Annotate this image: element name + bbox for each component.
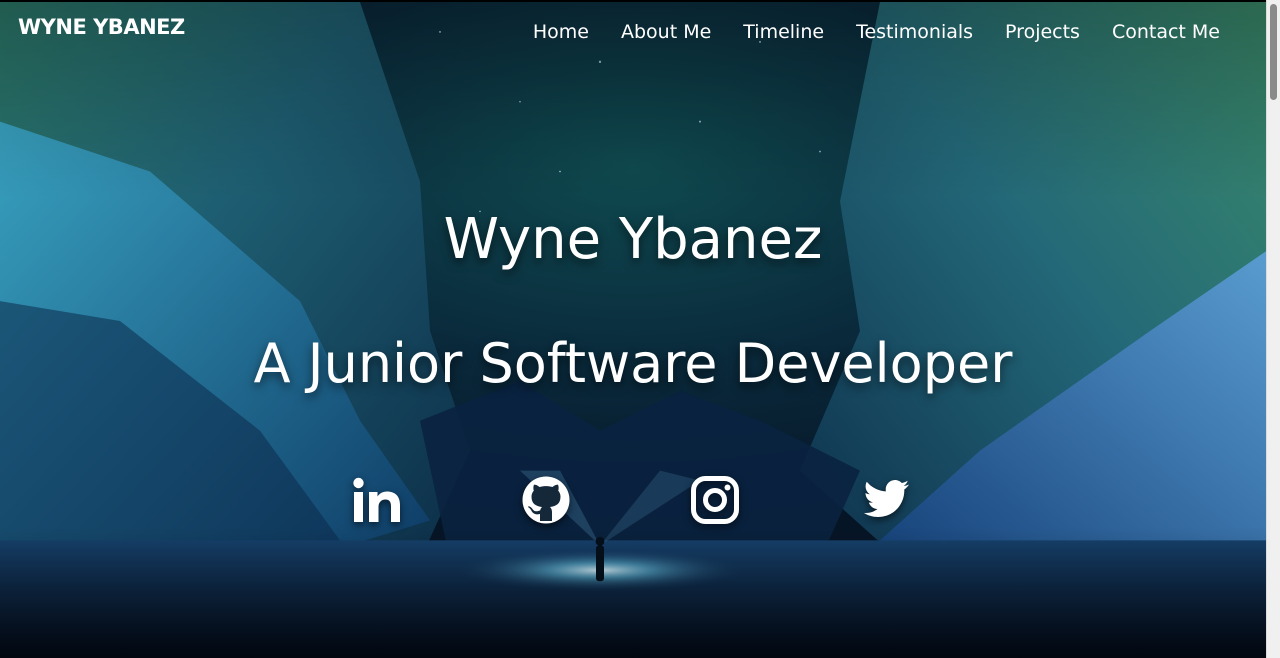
nav-link-home[interactable]: Home [533, 21, 589, 43]
linkedin-link[interactable] [352, 475, 402, 525]
nav-link-projects[interactable]: Projects [1005, 21, 1080, 43]
top-navbar: WYNE YBANEZ Home About Me Timeline Testi… [0, 2, 1266, 68]
github-icon [522, 476, 570, 524]
twitter-link[interactable] [861, 475, 911, 525]
hero-subtitle: A Junior Software Developer [253, 332, 1013, 395]
nav-link-testimonials[interactable]: Testimonials [856, 21, 973, 43]
nav-link-about-me[interactable]: About Me [621, 21, 711, 43]
hero-background-image [0, 2, 1266, 658]
nav-link-timeline[interactable]: Timeline [743, 21, 824, 43]
vertical-scrollbar[interactable] [1266, 0, 1280, 658]
linkedin-icon [353, 477, 400, 522]
instagram-link[interactable] [690, 475, 740, 525]
scrollbar-thumb[interactable] [1270, 4, 1277, 100]
nav-links: Home About Me Timeline Testimonials Proj… [533, 21, 1220, 43]
page-viewport: WYNE YBANEZ Home About Me Timeline Testi… [0, 0, 1266, 658]
nav-link-contact-me[interactable]: Contact Me [1112, 21, 1220, 43]
instagram-icon [691, 476, 739, 524]
brand-logo-text[interactable]: WYNE YBANEZ [18, 15, 185, 39]
github-link[interactable] [521, 475, 571, 525]
hero-name-heading: Wyne Ybanez [443, 207, 823, 272]
twitter-icon [863, 480, 909, 517]
